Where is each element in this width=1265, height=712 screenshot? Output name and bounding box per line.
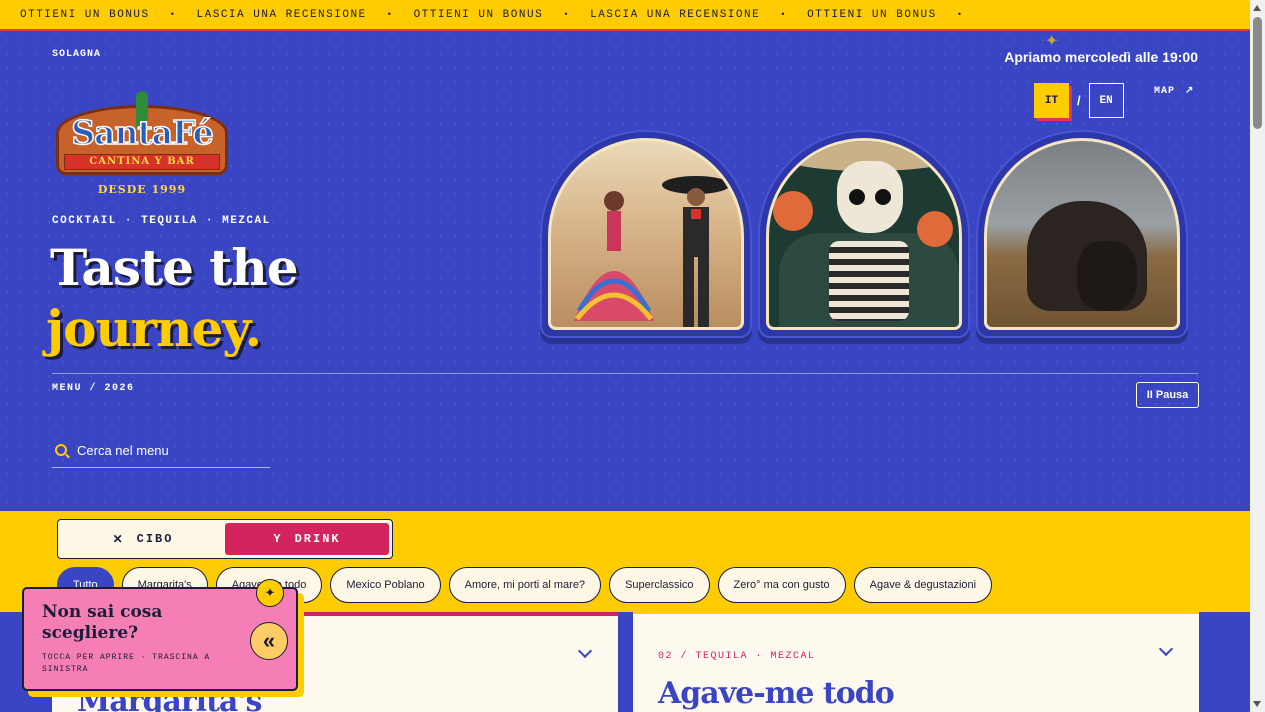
menu-year-label: MENU / 2026 [52,383,135,394]
marquee-separator: • [169,9,177,20]
scroll-down-arrow-icon[interactable] [1253,701,1261,707]
hero-divider [52,373,1198,374]
chip-superclassico[interactable]: Superclassico [609,567,710,603]
collapse-left-icon[interactable]: « [250,622,288,660]
pause-button[interactable]: II Pausa [1136,382,1199,408]
charro-figure [662,176,730,327]
flower-icon [917,211,953,247]
food-tab[interactable]: ✕ CIBO [61,523,225,555]
lang-separator: / [1077,93,1081,108]
helper-title: Non sai cosa scegliere? [42,602,163,643]
search-input[interactable] [77,442,257,458]
page-scrollbar[interactable] [1250,0,1265,712]
chip-zero[interactable]: Zero° ma con gusto [717,567,846,603]
marquee-separator: • [956,9,964,20]
sparkle-icon: ✦ [256,579,284,607]
section-title: Agave-me todo [658,676,895,711]
helper-subtitle: TOCCA PER APRIRE · TRASCINA A SINISTRA [42,653,211,674]
promo-marquee[interactable]: OTTIENI UN BONUS • LASCIA UNA RECENSIONE… [0,0,1250,31]
ribcage-shape [829,241,909,321]
arrow-up-right-icon: ↗ [1185,86,1195,97]
hero-section: SOLAGNA ✦ Apriamo mercoledì alle 19:00 I… [0,33,1250,511]
marquee-item[interactable]: LASCIA UNA RECENSIONE [197,9,367,21]
skull-icon [837,161,903,233]
marquee-separator: • [386,9,394,20]
logo-title: SantaFé [71,112,215,153]
map-link[interactable]: MAP ↗ [1154,85,1195,98]
marquee-item[interactable]: OTTIENI UN BONUS [414,9,544,21]
hero-image-dancers [540,130,752,338]
marquee-item[interactable]: OTTIENI UN BONUS [807,9,937,21]
section-meta: 02 / TEQUILA · MEZCAL [658,651,816,662]
marquee-separator: • [563,9,571,20]
marquee-item[interactable]: LASCIA UNA RECENSIONE [590,9,760,21]
hero-tagline: COCKTAIL · TEQUILA · MEZCAL [52,215,271,227]
chip-mexico-poblano[interactable]: Mexico Poblano [330,567,441,603]
location-label: SOLAGNA [52,49,102,60]
lang-en-button[interactable]: EN [1088,83,1124,118]
chip-amore-mare[interactable]: Amore, mi porti al mare? [448,567,602,603]
opening-hours: Apriamo mercoledì alle 19:00 [1004,49,1198,65]
recommendation-helper[interactable]: ✦ Non sai cosa scegliere? TOCCA PER APRI… [22,579,298,691]
marquee-item[interactable]: OTTIENI UN BONUS [20,9,150,21]
logo-banner: CANTINA Y BAR [64,154,220,170]
hero-headline-line1: Taste the [50,238,299,297]
chevron-down-icon[interactable] [1158,641,1174,657]
sparkle-icon: ✦ [1045,33,1059,50]
flower-icon [773,191,813,231]
search-icon [55,444,67,456]
cutlery-icon: ✕ [112,532,125,547]
section-card[interactable]: 02 / TEQUILA · MEZCAL Agave-me todo [633,612,1199,712]
menu-search[interactable] [52,433,270,468]
santafe-logo[interactable]: SantaFé CANTINA Y BAR DESDE 1999 [52,83,232,198]
marquee-separator: • [780,9,788,20]
map-label: MAP [1154,85,1176,97]
drink-tab-label: DRINK [294,532,341,546]
language-switcher: IT / EN [1034,83,1124,118]
cocktail-glass-icon: Y [273,532,283,546]
lang-it-button[interactable]: IT [1034,83,1069,118]
scroll-up-arrow-icon[interactable] [1253,5,1261,11]
food-tab-label: CIBO [136,532,174,546]
scrollbar-thumb[interactable] [1253,17,1262,129]
bison-figure [1027,201,1147,311]
hero-image-skeleton [758,130,970,338]
chip-agave-degustazioni[interactable]: Agave & degustazioni [853,567,993,603]
hero-image-bison [976,130,1188,338]
chevron-down-icon[interactable] [577,643,593,659]
logo-since: DESDE 1999 [97,183,187,196]
drink-tab[interactable]: Y DRINK [225,523,389,555]
hero-headline-line2: journey. [46,299,262,358]
dancer-figure [574,191,654,321]
food-drink-toggle: ✕ CIBO Y DRINK [57,519,393,559]
